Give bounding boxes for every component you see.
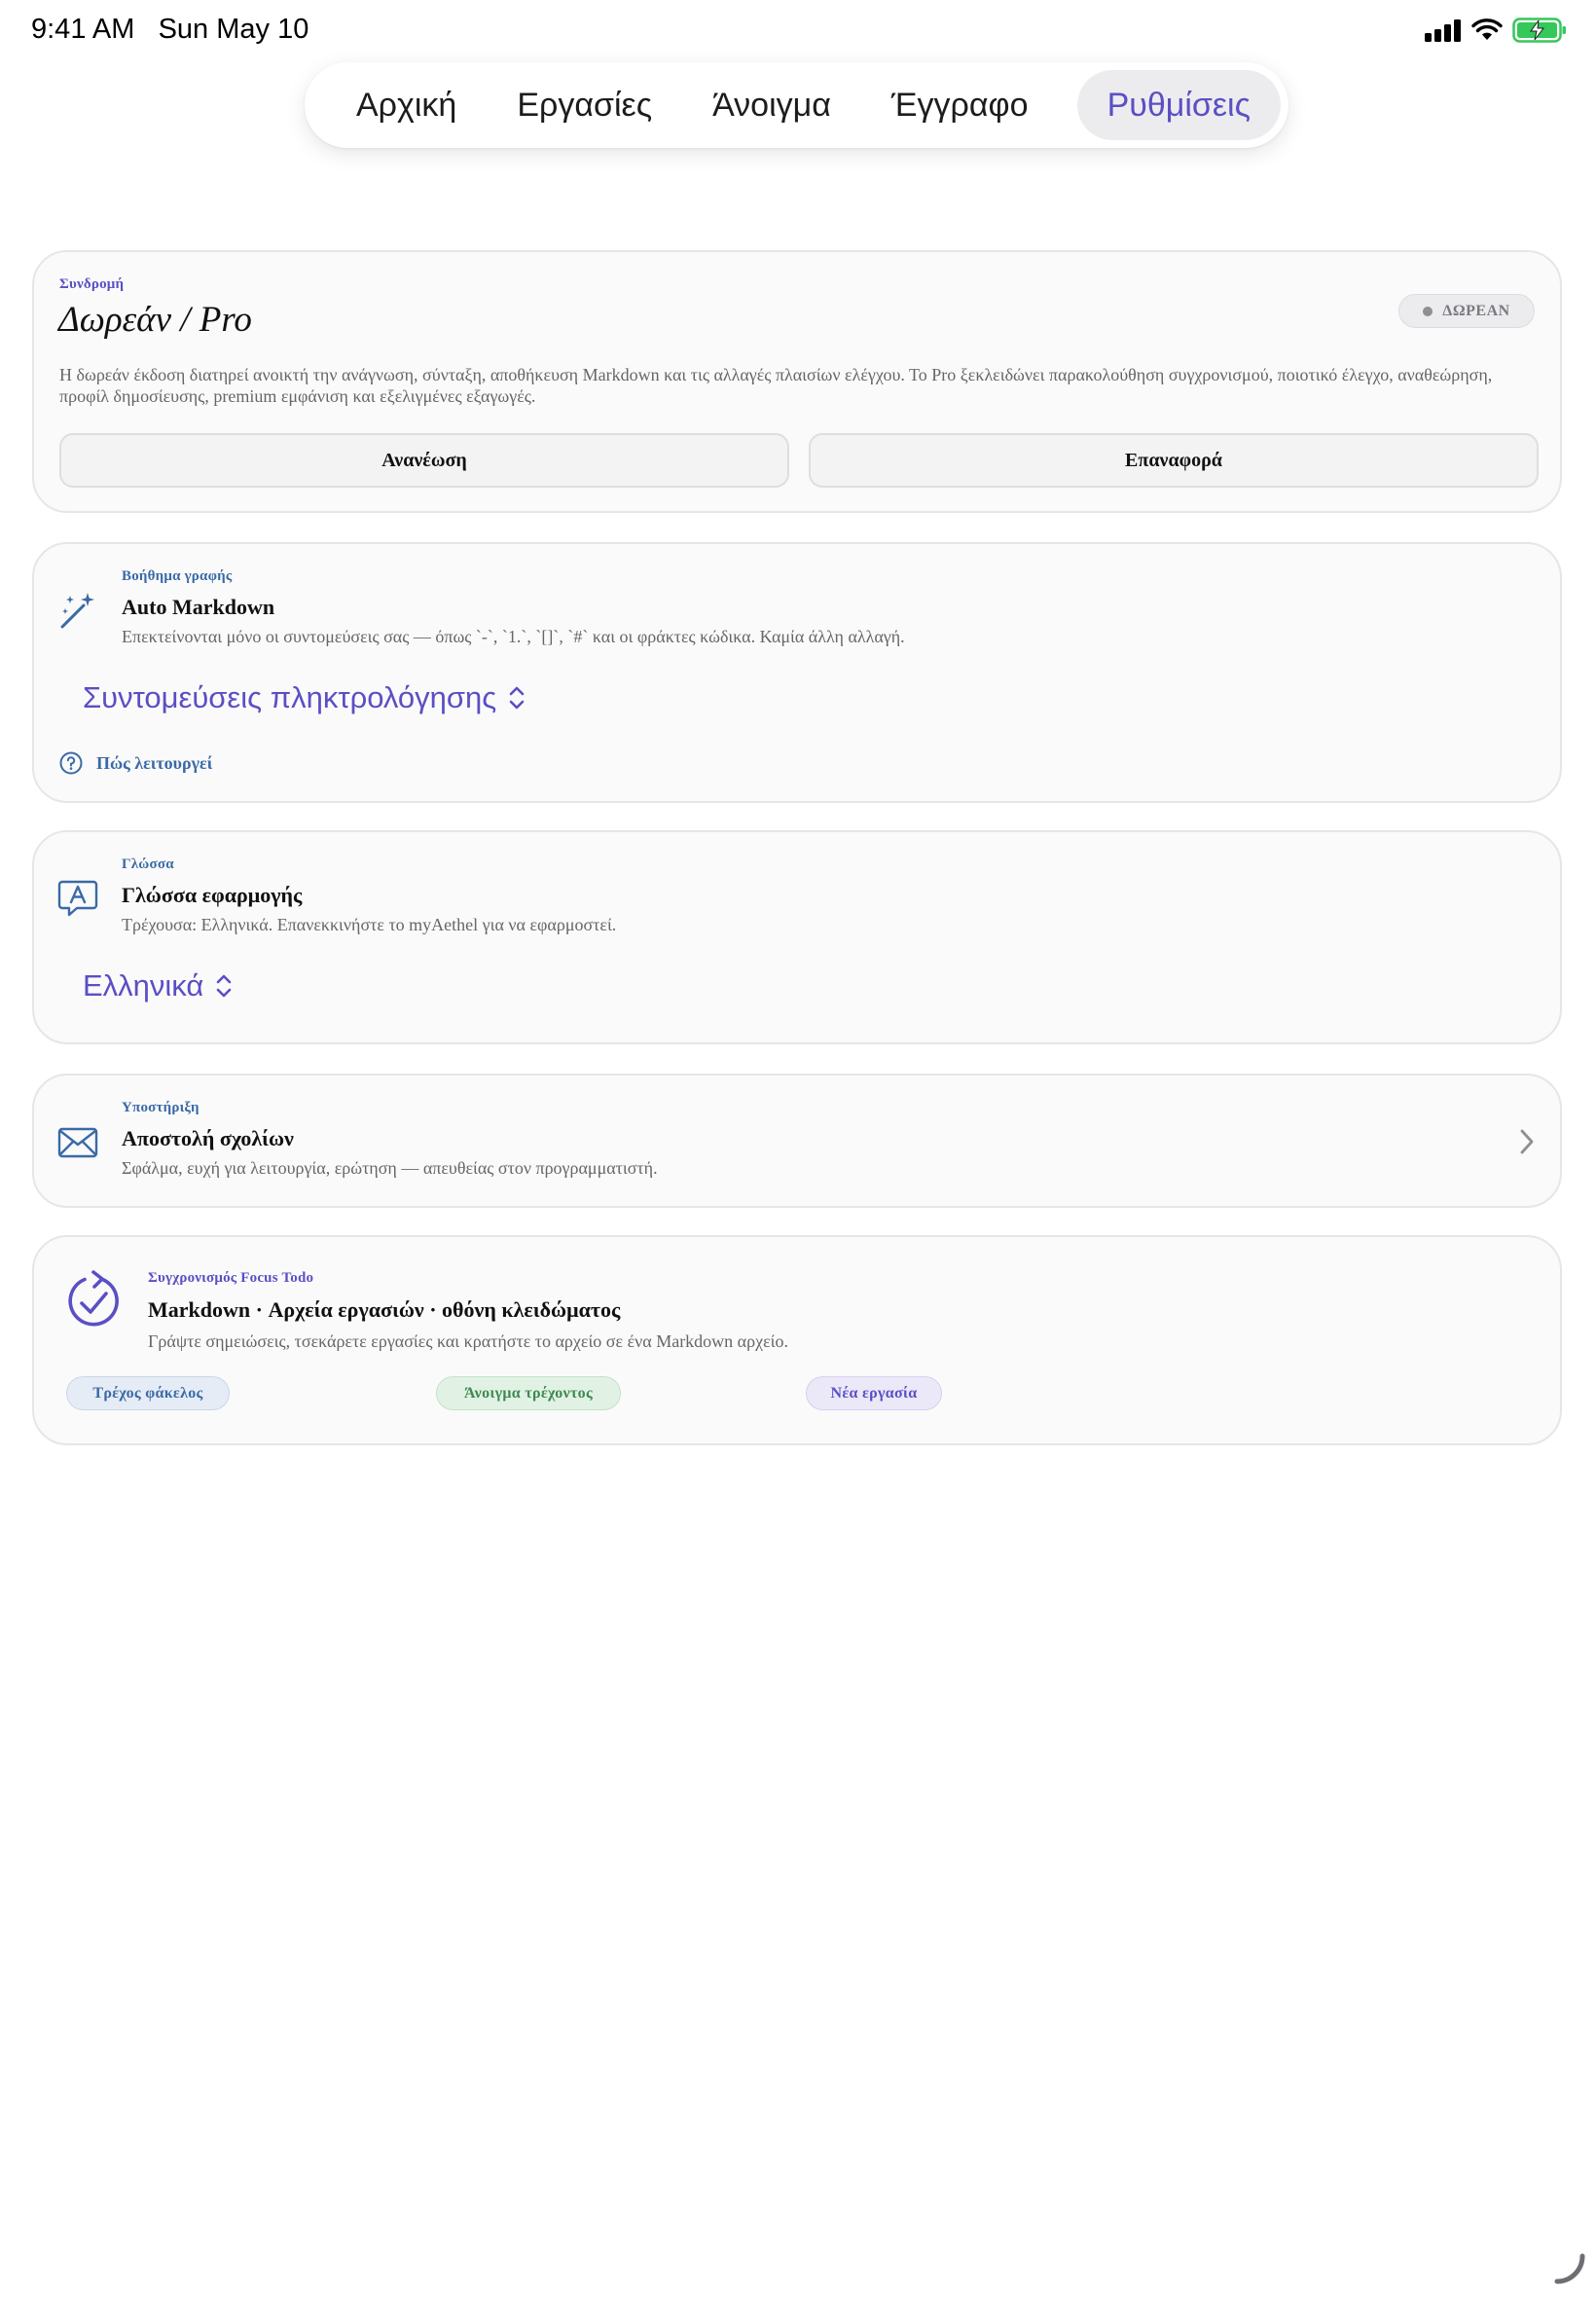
wifi-icon (1471, 18, 1503, 40)
tab-tasks[interactable]: Εργασίες (487, 70, 682, 140)
sync-eyebrow: Συγχρονισμός Focus Todo (148, 1270, 314, 1286)
status-dot-icon (1423, 306, 1433, 316)
cellular-signal-icon (1425, 19, 1461, 42)
language-description: Τρέχουσα: Ελληνικά. Επανεκκινήστε το myA… (122, 915, 617, 934)
tab-open[interactable]: Άνοιγμα (682, 70, 861, 140)
language-title: Γλώσσα εφαρμογής (122, 883, 303, 907)
writing-help-description: Επεκτείνονται μόνο οι συντομεύσεις σας —… (122, 627, 905, 646)
how-it-works-link[interactable]: Πώς λειτουργεί (59, 751, 212, 775)
shortcut-mode-value: Συντομεύσεις πληκτρολόγησης (83, 680, 497, 714)
writing-help-card: Βοήθημα γραφής Auto Markdown Επεκτείνοντ… (32, 542, 1562, 803)
focus-todo-sync-card: Συγχρονισμός Focus Todo Markdown · Αρχεί… (32, 1235, 1562, 1445)
support-eyebrow: Υποστήριξη (122, 1100, 200, 1115)
envelope-icon (57, 1127, 98, 1158)
translate-bubble-icon (57, 880, 98, 917)
feedback-card[interactable]: Υποστήριξη Αποστολή σχολίων Σφάλμα, ευχή… (32, 1074, 1562, 1208)
writing-help-eyebrow: Βοήθημα γραφής (122, 568, 233, 584)
sync-description: Γράψτε σημειώσεις, τσεκάρετε εργασίες κα… (148, 1331, 788, 1351)
sync-check-icon (68, 1270, 119, 1327)
open-current-chip[interactable]: Άνοιγμα τρέχοντος (436, 1376, 621, 1410)
plan-status-badge: ΔΩΡΕΑΝ (1398, 294, 1535, 328)
status-bar: 9:41 AM Sun May 10 (0, 0, 1596, 60)
current-folder-chip[interactable]: Τρέχος φάκελος (66, 1376, 230, 1410)
chevron-up-down-icon (509, 686, 525, 710)
language-picker-value: Ελληνικά (83, 968, 204, 1003)
battery-charging-icon (1512, 18, 1566, 43)
shortcut-mode-picker[interactable]: Συντομεύσεις πληκτρολόγησης (83, 680, 526, 715)
status-date: Sun May 10 (158, 14, 309, 45)
subscription-eyebrow: Συνδρομή (59, 276, 125, 292)
scroll-corner-indicator-icon (1554, 2253, 1585, 2284)
plan-status-label: ΔΩΡΕΑΝ (1442, 302, 1510, 319)
sync-title: Markdown · Αρχεία εργασιών · οθόνη κλειδ… (148, 1297, 621, 1322)
refresh-button[interactable]: Ανανέωση (59, 433, 789, 488)
subscription-title: Δωρεάν / Pro (58, 300, 252, 340)
status-icons (1425, 18, 1567, 43)
new-task-chip[interactable]: Νέα εργασία (806, 1376, 942, 1410)
tab-document[interactable]: Έγγραφο (861, 70, 1059, 140)
subscription-description: Η δωρεάν έκδοση διατηρεί ανοικτή την ανά… (59, 365, 1493, 406)
magic-wand-icon (60, 593, 94, 629)
tab-settings[interactable]: Ρυθμίσεις (1076, 70, 1281, 140)
top-tab-bar: Αρχική Εργασίες Άνοιγμα Έγγραφο Ρυθμίσει… (305, 62, 1288, 148)
question-circle-icon (59, 751, 83, 775)
chevron-right-icon (1520, 1129, 1534, 1154)
tab-home[interactable]: Αρχική (326, 70, 487, 140)
support-description: Σφάλμα, ευχή για λειτουργία, ερώτηση — α… (122, 1158, 658, 1178)
restore-button[interactable]: Επαναφορά (809, 433, 1539, 488)
status-clock: 9:41 AM (31, 14, 135, 45)
support-title: Αποστολή σχολίων (122, 1126, 294, 1150)
language-eyebrow: Γλώσσα (122, 857, 174, 872)
writing-help-title: Auto Markdown (122, 595, 275, 619)
language-card: Γλώσσα Γλώσσα εφαρμογής Τρέχουσα: Ελληνι… (32, 830, 1562, 1044)
status-time: 9:41 AM Sun May 10 (31, 14, 308, 46)
language-picker[interactable]: Ελληνικά (83, 968, 233, 1003)
how-it-works-label: Πώς λειτουργεί (96, 752, 213, 773)
subscription-card: Συνδρομή Δωρεάν / Pro ΔΩΡΕΑΝ Η δωρεάν έκ… (32, 250, 1562, 513)
chevron-up-down-icon (217, 974, 232, 998)
